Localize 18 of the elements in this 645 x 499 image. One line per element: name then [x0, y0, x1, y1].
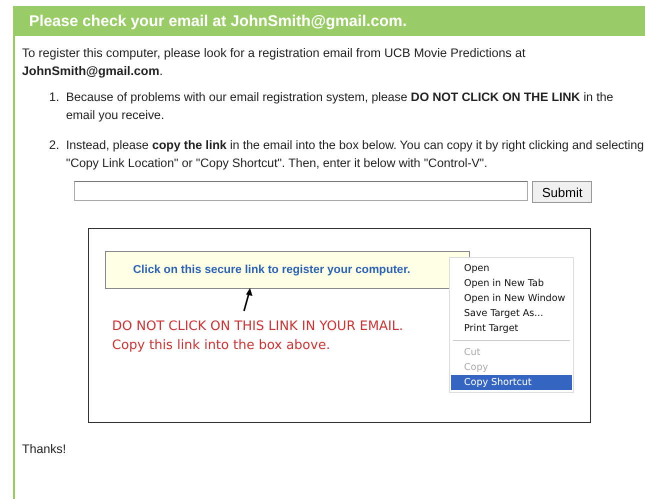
- menu-item[interactable]: Copy Shortcut: [451, 375, 572, 390]
- intro-text: To register this computer, please look for a registration email from UCB Movie Predictions at JohnSmith@gmail.com.: [22, 45, 526, 80]
- submit-button[interactable]: Submit: [532, 181, 592, 203]
- menu-item[interactable]: Open in New Tab: [451, 276, 572, 291]
- step-text: Instead, please copy the link in the email into the box below. You can copy it by right clicking and selecting "Copy Link Location" or "Copy Shortcut". Then, enter it below with "Control-V".: [66, 137, 645, 172]
- link-input-field[interactable]: [74, 181, 528, 201]
- warning-text: DO NOT CLICK ON THIS LINK IN YOUR EMAIL.: [112, 318, 404, 336]
- step-number: 2.: [49, 137, 60, 154]
- header-title: Please check your email at JohnSmith@gmail.com.: [29, 13, 407, 31]
- thanks-text: Thanks!: [22, 441, 68, 458]
- menu-item[interactable]: Open in New Window: [451, 291, 572, 306]
- menu-item[interactable]: Open: [451, 261, 572, 276]
- menu-item[interactable]: Print Target: [451, 321, 572, 336]
- menu-item[interactable]: Save Target As...: [451, 306, 572, 321]
- step-text: Because of problems with our email registration system, please DO NOT CLICK ON THE LINK in the email you receive.: [66, 89, 614, 124]
- warning-text: Copy this link into the box above.: [112, 337, 332, 355]
- step-number: 1.: [49, 89, 60, 106]
- arrow-icon: [241, 288, 253, 312]
